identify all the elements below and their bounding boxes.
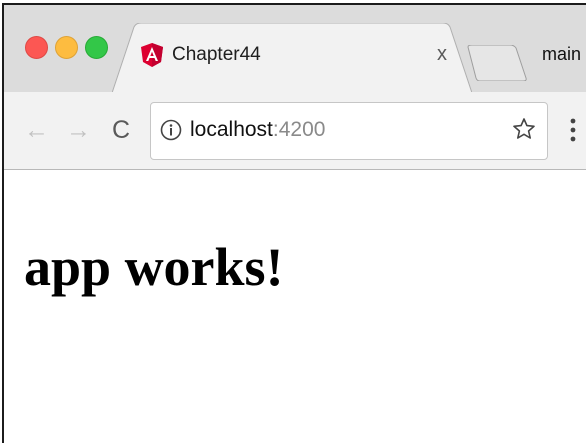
active-tab[interactable] bbox=[112, 23, 472, 93]
profile-label[interactable]: main bbox=[542, 42, 581, 66]
new-tab-button[interactable] bbox=[466, 45, 528, 81]
close-window-button[interactable] bbox=[25, 36, 48, 59]
page-heading: app works! bbox=[24, 237, 284, 297]
maximize-window-button[interactable] bbox=[85, 36, 108, 59]
url-host: localhost bbox=[190, 118, 273, 141]
browser-window: Chapter44 x main ← → C localhost:4200 ap… bbox=[2, 3, 586, 443]
angular-icon bbox=[141, 43, 163, 67]
url-port: :4200 bbox=[272, 118, 326, 141]
forward-icon[interactable]: → bbox=[66, 115, 91, 145]
info-icon[interactable] bbox=[160, 119, 182, 141]
page-content bbox=[4, 170, 586, 443]
tab-title: Chapter44 bbox=[172, 44, 261, 65]
menu-icon[interactable] bbox=[568, 117, 578, 143]
tab-close-icon[interactable]: x bbox=[432, 42, 452, 66]
back-icon[interactable]: ← bbox=[24, 115, 49, 145]
star-icon[interactable] bbox=[512, 117, 536, 141]
minimize-window-button[interactable] bbox=[55, 36, 78, 59]
url-text[interactable]: localhost:4200 bbox=[190, 117, 325, 143]
reload-icon[interactable]: C bbox=[104, 115, 138, 145]
